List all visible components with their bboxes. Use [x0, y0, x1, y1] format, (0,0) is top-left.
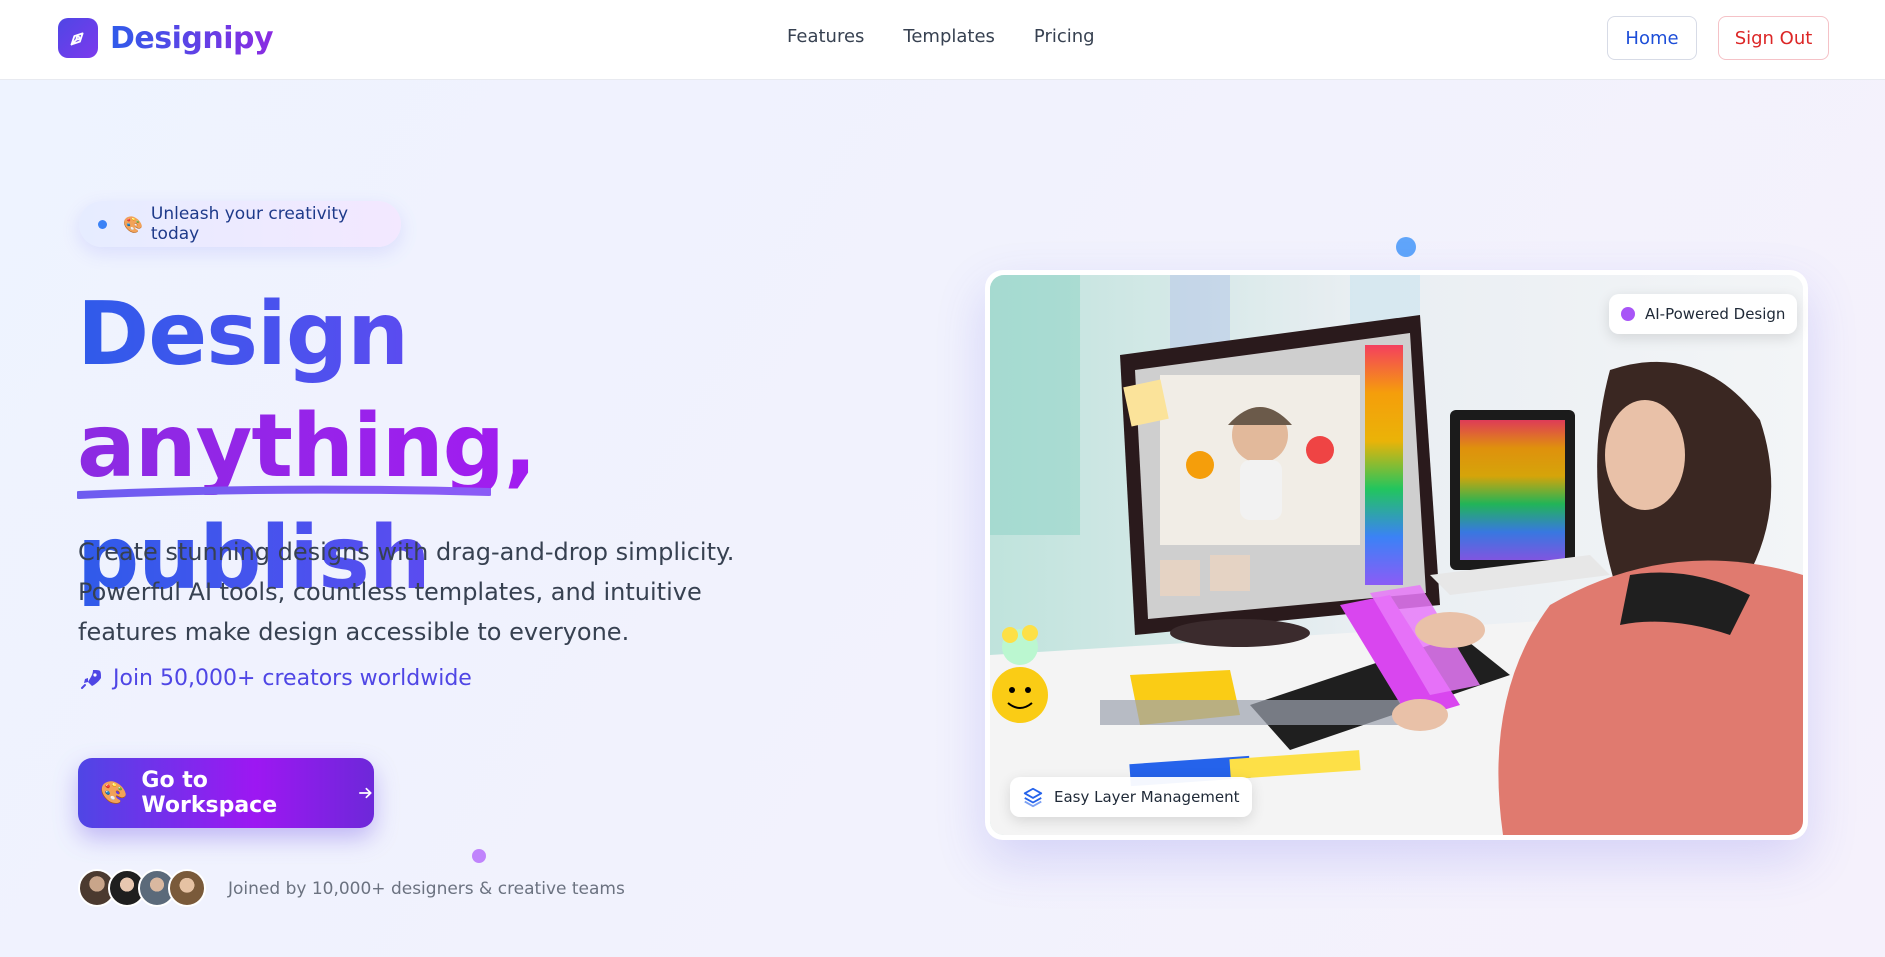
rocket-icon: [81, 669, 101, 689]
layer-badge-text: Easy Layer Management: [1054, 788, 1240, 806]
go-to-workspace-button[interactable]: 🎨 Go to Workspace: [78, 758, 374, 828]
nav-link-pricing[interactable]: Pricing: [1034, 26, 1095, 47]
nav-link-templates[interactable]: Templates: [903, 26, 995, 47]
avatar: [168, 869, 206, 907]
brand-name: Designipy: [110, 20, 274, 56]
nav-link-features[interactable]: Features: [787, 26, 864, 47]
ai-powered-badge: AI-Powered Design: [1609, 294, 1798, 334]
main-nav: Features Templates Pricing: [787, 26, 1095, 47]
layers-icon: [1023, 787, 1043, 808]
badge-dot: [1621, 307, 1635, 321]
pen-tool-icon: [58, 18, 98, 58]
arrow-right-icon: [358, 787, 372, 799]
sign-out-button[interactable]: Sign Out: [1718, 16, 1829, 60]
tagline-pill: 🎨 Unleash your creativity today: [79, 201, 401, 247]
palette-icon: 🎨: [100, 780, 128, 806]
home-button[interactable]: Home: [1607, 16, 1697, 60]
ai-badge-text: AI-Powered Design: [1645, 305, 1786, 323]
layer-management-badge: Easy Layer Management: [1010, 777, 1252, 817]
top-navbar: Designipy Features Templates Pricing Hom…: [0, 0, 1885, 80]
tagline-text: Unleash your creativity today: [150, 204, 349, 244]
join-callout: Join 50,000+ creators worldwide: [79, 666, 472, 691]
hero-image: [990, 275, 1803, 835]
hero-image-card: [985, 270, 1808, 840]
joined-text: Joined by 10,000+ designers & creative t…: [228, 879, 625, 899]
join-text: Join 50,000+ creators worldwide: [113, 666, 472, 691]
decorative-dot: [1396, 237, 1416, 257]
hero-description: Create stunning designs with drag-and-dr…: [78, 538, 735, 646]
decorative-dot: [472, 849, 486, 863]
palette-icon: 🎨: [122, 214, 143, 234]
cta-label: Go to Workspace: [141, 768, 278, 818]
headline-underline: [77, 485, 491, 499]
brand-logo[interactable]: Designipy: [58, 18, 274, 58]
headline-design: Design: [77, 283, 409, 385]
pill-dot: [98, 219, 107, 229]
avatar-stack: [78, 869, 206, 907]
